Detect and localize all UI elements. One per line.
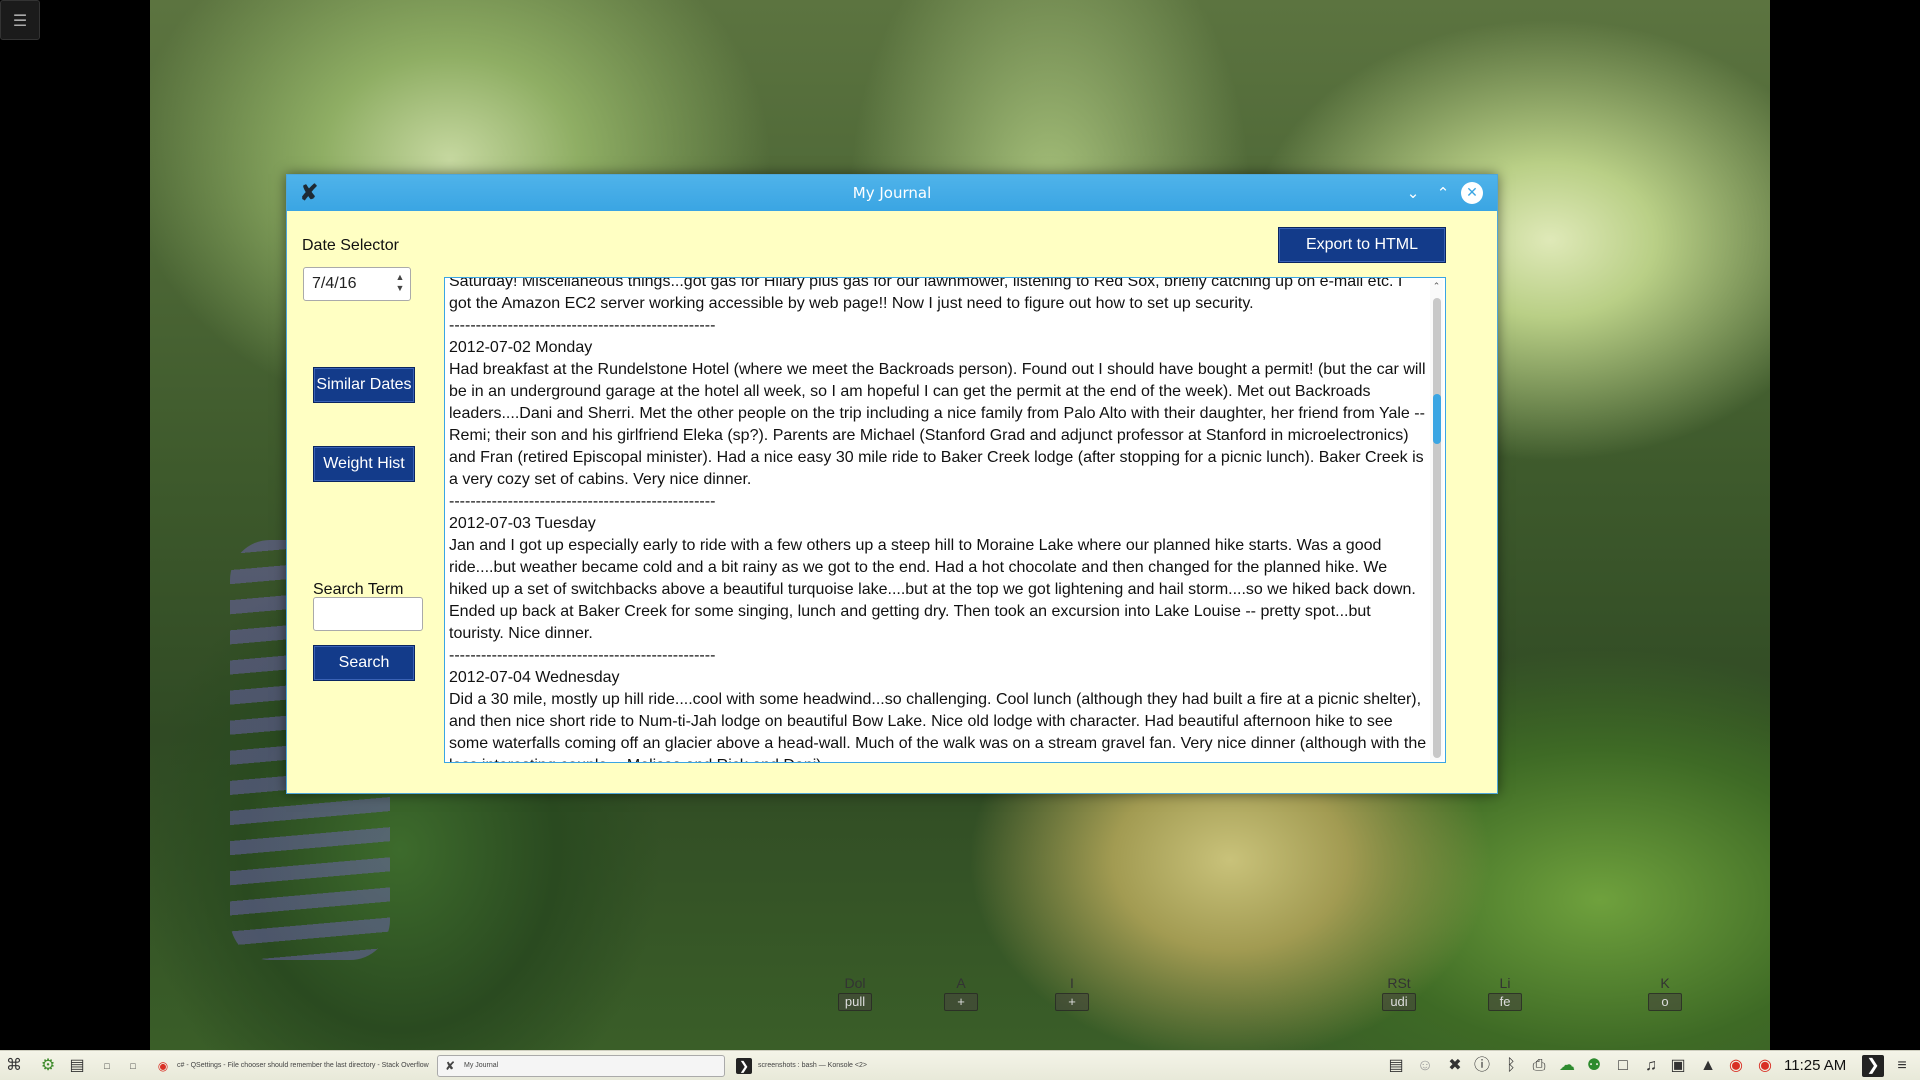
journal-separator: ----------------------------------------… (449, 493, 716, 510)
widget-label: K (1660, 975, 1670, 991)
system-monitor-icon[interactable]: ▤ (66, 1055, 88, 1077)
maximize-button[interactable]: ⌃ (1432, 182, 1454, 204)
close-button[interactable]: ✕ (1461, 182, 1483, 204)
task-label: screenshots : bash — Konsole <2> (758, 1062, 867, 1069)
hamburger-icon: ☰ (12, 10, 28, 30)
window-title: My Journal (852, 184, 932, 202)
widget-box: o (1648, 993, 1682, 1011)
desktop-widget[interactable]: RSt udi (1382, 975, 1416, 1011)
desktop-widget[interactable]: I + (1055, 975, 1089, 1011)
date-value[interactable]: 7/4/16 (312, 275, 356, 292)
journal-date-heading: 2012-07-03 Tuesday (449, 515, 596, 532)
task-my-journal[interactable]: ✘ My Journal (437, 1055, 725, 1077)
spin-arrows[interactable]: ▲ ▼ (394, 272, 406, 294)
close-icon: ✕ (1466, 185, 1478, 201)
journal-line: Did a 30 mile, mostly up hill ride....co… (449, 691, 1427, 762)
export-to-html-button[interactable]: Export to HTML (1278, 227, 1446, 263)
clipboard-icon[interactable]: □ (1612, 1055, 1634, 1077)
kde-launcher-icon[interactable]: ⌘ (3, 1055, 25, 1077)
location-icon[interactable]: ⚉ (1583, 1055, 1605, 1077)
expand-tray-icon[interactable]: ▲ (1697, 1055, 1719, 1077)
widget-box: + (1055, 993, 1089, 1011)
scroll-track[interactable] (1433, 298, 1441, 758)
task-label: c# - QSettings - File chooser should rem… (177, 1062, 429, 1069)
taskbar: ⌘ ⚙ ▤ □ □ ◉ c# - QSettings - File choose… (0, 1050, 1920, 1080)
bluetooth-icon[interactable]: ᛒ (1500, 1055, 1522, 1077)
tools-icon[interactable]: ✖ (1444, 1055, 1466, 1077)
chrome-icon: ◉ (157, 1059, 169, 1073)
widget-box: udi (1382, 993, 1416, 1011)
desktop-widget[interactable]: A + (944, 975, 978, 1011)
printer-icon[interactable]: ⎙ (1528, 1055, 1550, 1077)
journal-date-heading: 2012-07-02 Monday (449, 339, 593, 356)
chrome-icon[interactable]: ◉ (1725, 1055, 1747, 1077)
chevron-up-icon: ⌃ (1436, 184, 1450, 202)
menu-icon[interactable]: ≡ (1891, 1055, 1913, 1077)
search-input[interactable] (313, 597, 423, 631)
search-button[interactable]: Search (313, 645, 415, 681)
journal-date-heading: 2012-07-04 Wednesday (449, 669, 620, 686)
scroll-up-icon[interactable]: ⌃ (1430, 280, 1443, 294)
pager-icon[interactable]: □ (96, 1055, 118, 1077)
task-konsole[interactable]: ❯ screenshots : bash — Konsole <2> (731, 1055, 1011, 1077)
settings-icon[interactable]: ⚙ (37, 1055, 59, 1077)
task-chrome-stackoverflow[interactable]: ◉ c# - QSettings - File chooser should r… (150, 1055, 430, 1077)
date-selector-label: Date Selector (302, 237, 399, 254)
volume-icon[interactable]: ♫ (1640, 1055, 1662, 1077)
chevron-down-icon: ⌄ (1406, 184, 1420, 202)
cloud-sync-icon[interactable]: ☁ (1556, 1055, 1578, 1077)
spin-up-icon[interactable]: ▲ (394, 272, 406, 283)
weight-hist-button[interactable]: Weight Hist (313, 446, 415, 482)
desktop-widget[interactable]: Dol pull (838, 975, 872, 1011)
terminal-icon: ❯ (736, 1058, 752, 1074)
journal-window: ✘ My Journal ⌄ ⌃ ✕ Date Selector 7/4/16 … (286, 174, 1498, 794)
desktop-menu-button[interactable]: ☰ (0, 0, 40, 40)
widget-box: pull (838, 993, 872, 1011)
title-bar[interactable]: ✘ My Journal ⌄ ⌃ ✕ (287, 175, 1497, 211)
desktop-widget[interactable]: K o (1648, 975, 1682, 1011)
widget-label: I (1070, 975, 1074, 991)
vertical-scrollbar[interactable]: ⌃ (1430, 280, 1443, 760)
minimize-button[interactable]: ⌄ (1402, 182, 1424, 204)
journal-line: Had breakfast at the Rundelstone Hotel (… (449, 361, 1426, 488)
terminal-icon[interactable]: ❯ (1862, 1055, 1884, 1077)
notes-icon[interactable]: ▤ (1385, 1055, 1407, 1077)
battery-icon[interactable]: ▣ (1667, 1055, 1689, 1077)
journal-separator: ----------------------------------------… (449, 317, 716, 334)
widget-label: Dol (844, 975, 866, 991)
window-client-area: Date Selector 7/4/16 ▲ ▼ Similar Dates W… (287, 211, 1497, 793)
widget-label: Li (1499, 975, 1511, 991)
info-icon[interactable]: ⓘ (1471, 1055, 1493, 1077)
chrome-icon-2[interactable]: ◉ (1754, 1055, 1776, 1077)
widget-box: fe (1488, 993, 1522, 1011)
journal-text-area[interactable]: Saturday! Miscellaneous things...got gas… (444, 277, 1446, 763)
widget-box: + (944, 993, 978, 1011)
journal-line: Jan and I got up especially early to rid… (449, 537, 1416, 642)
widget-label: RSt (1387, 975, 1411, 991)
widget-label: A (956, 975, 966, 991)
task-label: My Journal (464, 1062, 499, 1069)
pager-icon-2[interactable]: □ (122, 1055, 144, 1077)
journal-line: Saturday! Miscellaneous things...got gas… (449, 277, 1403, 312)
network-people-icon[interactable]: ☺ (1414, 1055, 1436, 1077)
app-icon: ✘ (444, 1059, 456, 1073)
journal-content[interactable]: Saturday! Miscellaneous things...got gas… (449, 277, 1427, 762)
journal-separator: ----------------------------------------… (449, 647, 716, 664)
date-spinbox[interactable]: 7/4/16 ▲ ▼ (303, 267, 411, 301)
desktop-widget[interactable]: Li fe (1488, 975, 1522, 1011)
clock[interactable]: 11:25 AM (1784, 1057, 1846, 1074)
scroll-thumb[interactable] (1433, 394, 1441, 444)
spin-down-icon[interactable]: ▼ (394, 283, 406, 294)
similar-dates-button[interactable]: Similar Dates (313, 367, 415, 403)
